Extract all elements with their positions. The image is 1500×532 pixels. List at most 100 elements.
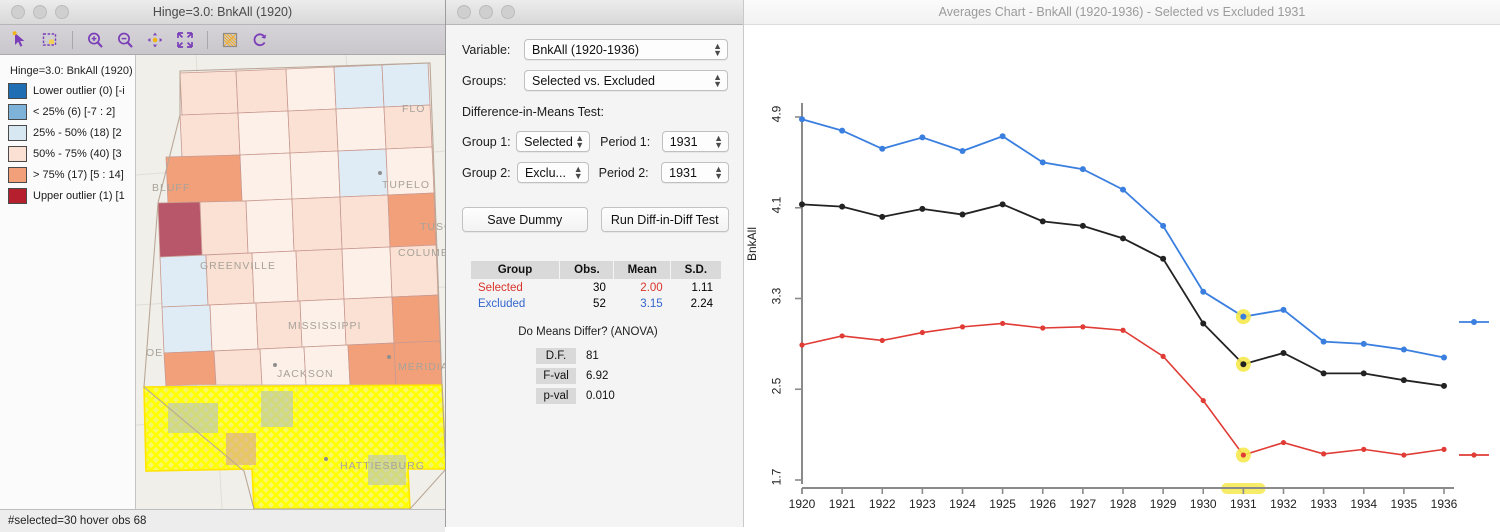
close-button[interactable] <box>457 5 471 19</box>
data-point[interactable] <box>960 148 966 154</box>
data-point[interactable] <box>1281 350 1287 356</box>
data-point[interactable] <box>919 206 925 212</box>
data-point[interactable] <box>880 338 885 343</box>
toolbar-separator-1 <box>72 31 73 49</box>
data-point[interactable] <box>1281 440 1286 445</box>
data-point[interactable] <box>1000 133 1006 139</box>
legend-swatch <box>8 83 27 99</box>
data-point[interactable] <box>1161 354 1166 359</box>
run-diff-in-diff-button[interactable]: Run Diff-in-Diff Test <box>601 207 729 232</box>
data-point[interactable] <box>1321 339 1327 345</box>
period1-select[interactable]: 1931 ▲▼ <box>662 131 729 152</box>
data-point[interactable] <box>919 134 925 140</box>
anova-row: F-val 6.92 <box>462 368 714 384</box>
legend-item[interactable]: > 75% (17) [5 : 14] <box>8 167 129 183</box>
data-point[interactable] <box>1201 398 1206 403</box>
pointer-select-icon[interactable] <box>6 28 34 52</box>
data-point[interactable] <box>799 201 805 207</box>
zoom-out-icon[interactable] <box>111 28 139 52</box>
data-point[interactable] <box>799 342 804 347</box>
data-point[interactable] <box>960 324 965 329</box>
chart-plot-area[interactable]: BnkAll 1.72.53.34.14.9 19201921192219231… <box>744 25 1500 528</box>
legend-item[interactable]: 50% - 75% (40) [3 <box>8 146 129 162</box>
maximize-button[interactable] <box>501 5 515 19</box>
data-point[interactable] <box>960 212 966 218</box>
zoom-in-icon[interactable] <box>81 28 109 52</box>
select-shape-icon[interactable] <box>36 28 64 52</box>
col-group: Group <box>470 261 560 280</box>
data-point[interactable] <box>799 116 805 122</box>
data-point[interactable] <box>1321 451 1326 456</box>
controls-traffic-lights[interactable] <box>446 5 515 19</box>
data-point[interactable] <box>1200 320 1206 326</box>
pan-icon[interactable] <box>141 28 169 52</box>
data-point[interactable] <box>1401 452 1406 457</box>
data-point[interactable] <box>1441 447 1446 452</box>
data-point[interactable] <box>1361 341 1367 347</box>
chevron-updown-icon: ▲▼ <box>713 42 722 58</box>
data-point[interactable] <box>839 204 845 210</box>
window-traffic-lights[interactable] <box>0 5 69 19</box>
anova-key: F-val <box>536 368 576 384</box>
map-layer-icon[interactable] <box>216 28 244 52</box>
data-point[interactable] <box>1160 256 1166 262</box>
data-point[interactable] <box>1361 447 1366 452</box>
legend-item[interactable]: < 25% (6) [-7 : 2] <box>8 104 129 120</box>
data-point[interactable] <box>1080 166 1086 172</box>
refresh-icon[interactable] <box>246 28 274 52</box>
group1-select[interactable]: Selected ▲▼ <box>516 131 590 152</box>
minimize-button[interactable] <box>479 5 493 19</box>
data-point[interactable] <box>1241 452 1246 457</box>
chart-series-selected[interactable] <box>799 321 1446 463</box>
data-point[interactable] <box>840 333 845 338</box>
data-point[interactable] <box>1401 377 1407 383</box>
data-point[interactable] <box>879 146 885 152</box>
data-point[interactable] <box>879 214 885 220</box>
variable-select[interactable]: BnkAll (1920-1936) ▲▼ <box>524 39 728 60</box>
legend-item[interactable]: 25% - 50% (18) [2 <box>8 125 129 141</box>
application-window: Hinge=3.0: BnkAll (1920) <box>0 0 1500 527</box>
data-point[interactable] <box>1160 223 1166 229</box>
data-point[interactable] <box>839 128 845 134</box>
legend-item[interactable]: Lower outlier (0) [-i <box>8 83 129 99</box>
chart-svg[interactable] <box>744 25 1500 528</box>
map-canvas[interactable] <box>136 55 445 509</box>
data-point[interactable] <box>1441 383 1447 389</box>
data-point[interactable] <box>1080 324 1085 329</box>
data-point[interactable] <box>1361 370 1367 376</box>
anova-row: D.F. 81 <box>462 348 714 364</box>
data-point[interactable] <box>1080 223 1086 229</box>
data-point[interactable] <box>1040 325 1045 330</box>
save-dummy-button[interactable]: Save Dummy <box>462 207 588 232</box>
data-point[interactable] <box>1401 347 1407 353</box>
data-point[interactable] <box>1281 307 1287 313</box>
data-point[interactable] <box>1441 354 1447 360</box>
legend-item-label: Upper outlier (1) [1 <box>33 190 125 202</box>
data-point[interactable] <box>1040 159 1046 165</box>
maximize-button[interactable] <box>55 5 69 19</box>
group2-select[interactable]: Exclu... ▲▼ <box>517 162 589 183</box>
diff-in-means-section-title: Difference-in-Means Test: <box>462 105 729 119</box>
map-area[interactable]: FLOTUPELOBLUFFGREENVILLECOLUMBUSTUSCAMIS… <box>0 55 445 509</box>
chart-series-all[interactable] <box>799 201 1447 388</box>
map-legend: Hinge=3.0: BnkAll (1920) Lower outlier (… <box>0 55 136 509</box>
close-button[interactable] <box>11 5 25 19</box>
data-point[interactable] <box>1120 235 1126 241</box>
data-point[interactable] <box>1120 187 1126 193</box>
col-sd: S.D. <box>671 261 721 280</box>
data-point[interactable] <box>1240 314 1246 320</box>
data-point[interactable] <box>1240 361 1246 367</box>
data-point[interactable] <box>920 330 925 335</box>
legend-item[interactable]: Upper outlier (1) [1 <box>8 188 129 204</box>
data-point[interactable] <box>1000 321 1005 326</box>
groups-select[interactable]: Selected vs. Excluded ▲▼ <box>524 70 728 91</box>
period2-select[interactable]: 1931 ▲▼ <box>661 162 729 183</box>
data-point[interactable] <box>1120 328 1125 333</box>
data-point[interactable] <box>1200 289 1206 295</box>
data-point[interactable] <box>1040 218 1046 224</box>
minimize-button[interactable] <box>33 5 47 19</box>
fit-extent-icon[interactable] <box>171 28 199 52</box>
data-point[interactable] <box>1000 201 1006 207</box>
table-header-row: Group Obs. Mean S.D. <box>470 261 721 280</box>
data-point[interactable] <box>1321 370 1327 376</box>
